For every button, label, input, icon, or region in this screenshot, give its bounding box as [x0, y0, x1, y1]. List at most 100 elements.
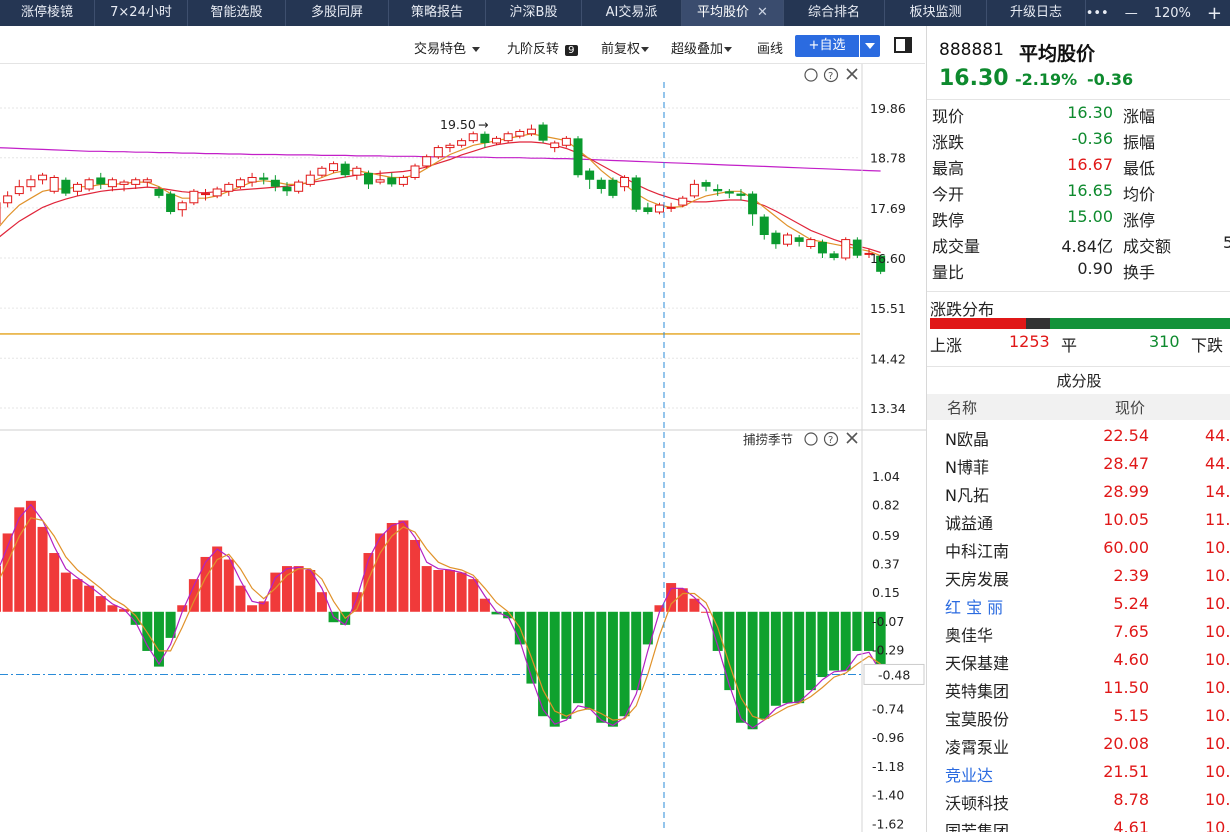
indicator-bar — [223, 559, 234, 612]
tab-0[interactable]: 涨停棱镜 — [0, 0, 95, 26]
sub-chart-controls: 捕捞季节 ? — [743, 431, 858, 447]
tab-10[interactable]: 升级日志 — [987, 0, 1086, 26]
tab-8[interactable]: 综合排名 — [784, 0, 885, 26]
divider — [927, 366, 1230, 367]
constituent-price: 4.60 — [1113, 650, 1149, 669]
settings-icon[interactable] — [804, 68, 818, 82]
constituent-row[interactable]: 诚益通 10.05 11. — [927, 506, 1230, 534]
quote-value: -0.36 — [1071, 129, 1113, 148]
indicator-bar — [37, 526, 48, 612]
constituent-row[interactable]: 天保基建 4.60 10. — [927, 646, 1230, 674]
candle-body — [398, 176, 408, 185]
more-icon[interactable]: ••• — [1086, 6, 1109, 21]
tab-label: 综合排名 — [807, 5, 860, 20]
distribution-up-fill — [930, 318, 1027, 329]
nine-reverse-button[interactable]: 九阶反转 9 — [507, 38, 578, 57]
col-name[interactable]: 名称 — [947, 397, 977, 418]
constituent-row[interactable]: 竞业达 21.51 10. — [927, 758, 1230, 786]
zoom-in-button[interactable]: + — [1207, 3, 1222, 24]
chart-area[interactable]: 19.86 18.78 17.69 16.60 15.51 14.42 13.34 1.04… — [0, 64, 926, 832]
candle-body — [49, 176, 59, 192]
constituent-row[interactable]: 奥佳华 7.65 10. — [927, 618, 1230, 646]
indicator-bar — [666, 583, 677, 612]
tab-6[interactable]: AI交易派 — [582, 0, 682, 26]
tab-bar: 涨停棱镜 7×24小时 智能选股 多股同屏 策略报告 沪深B股 AI交易派 平均股价 ✕ 综合排名… — [0, 0, 1230, 26]
quote-value: 0.90 — [1077, 259, 1113, 278]
tab-5[interactable]: 沪深B股 — [486, 0, 582, 26]
constituent-change: 10. — [1205, 790, 1230, 809]
candle-body — [259, 177, 269, 180]
zoom-out-button[interactable]: — — [1125, 6, 1138, 21]
indicator-bar — [631, 611, 642, 691]
candle-body — [270, 179, 280, 187]
overlay-dropdown[interactable]: 超级叠加 — [671, 38, 733, 57]
indicator-bar — [433, 570, 444, 612]
quote-label-2: 换手 — [1123, 263, 1156, 282]
constituent-row[interactable]: 红 宝 丽 5.24 10. — [927, 590, 1230, 618]
add-watchlist-dropdown-icon[interactable] — [860, 35, 880, 57]
divider — [927, 291, 1230, 292]
constituent-row[interactable]: 宝莫股份 5.15 10. — [927, 702, 1230, 730]
close-icon[interactable] — [846, 432, 858, 444]
candle-body — [189, 190, 199, 204]
y-tick-label: 14.42 — [870, 351, 906, 366]
indicator-bar — [456, 572, 467, 612]
draw-button[interactable]: 画线 — [757, 38, 783, 57]
constituent-change: 10. — [1205, 538, 1230, 557]
col-price[interactable]: 现价 — [1115, 397, 1145, 418]
tab-9[interactable]: 板块监测 — [885, 0, 987, 26]
constituent-name: 凌霄泵业 — [945, 738, 1010, 757]
quote-label: 现价 — [932, 107, 965, 126]
candle-body — [72, 183, 82, 192]
constituent-change: 11. — [1205, 510, 1230, 529]
constituent-row[interactable]: 英特集团 11.50 10. — [927, 674, 1230, 702]
tab-7[interactable]: 平均股价 ✕ — [682, 0, 784, 26]
indicator-bar — [363, 553, 374, 612]
candle-body — [736, 193, 746, 196]
constituent-name: N欧晶 — [945, 430, 989, 449]
candle-body — [783, 234, 793, 245]
tab-1[interactable]: 7×24小时 — [95, 0, 188, 26]
candle-body — [119, 181, 129, 185]
constituent-change: 10. — [1205, 706, 1230, 725]
constituent-row[interactable]: N凡拓 28.99 14. — [927, 478, 1230, 506]
constituent-row[interactable]: 天房发展 2.39 10. — [927, 562, 1230, 590]
constituent-change: 44. — [1205, 426, 1230, 445]
chevron-down-icon — [641, 47, 650, 52]
quote-label-2: 涨停 — [1123, 211, 1156, 230]
trade-feature-dropdown[interactable]: 交易特色 — [414, 38, 481, 57]
indicator-bar — [421, 566, 432, 612]
constituent-row[interactable]: 中科江南 60.00 10. — [927, 534, 1230, 562]
indicator-title[interactable]: 捕捞季节 — [743, 432, 793, 447]
close-icon[interactable] — [846, 68, 858, 80]
constituent-row[interactable]: N欧晶 22.54 44. — [927, 422, 1230, 450]
add-watchlist-button[interactable]: +自选 — [795, 35, 859, 57]
quote-label: 涨跌 — [932, 133, 965, 152]
settings-icon[interactable] — [804, 432, 818, 446]
tab-4[interactable]: 策略报告 — [389, 0, 486, 26]
constituent-row[interactable]: N博菲 28.47 44. — [927, 450, 1230, 478]
main-chart-grid — [0, 107, 860, 409]
constituent-row[interactable]: 沃顿科技 8.78 10. — [927, 786, 1230, 814]
constituent-row[interactable]: 凌霄泵业 20.08 10. — [927, 730, 1230, 758]
fq-dropdown[interactable]: 前复权 — [601, 38, 650, 57]
indicator-bar — [573, 611, 583, 704]
constituent-row[interactable]: 国芳集团 4.61 10. — [927, 814, 1230, 832]
constituent-change: 10. — [1205, 762, 1230, 781]
candle-body — [724, 191, 734, 194]
y-tick-label: -1.18 — [872, 759, 904, 774]
y-tick-label: 0.15 — [872, 585, 900, 600]
quote-label-2: 成交额 — [1123, 237, 1172, 256]
quote-row: 量比 0.90 换手 — [927, 259, 1230, 285]
candle-body — [841, 239, 851, 259]
close-tab-icon[interactable]: ✕ — [757, 5, 768, 20]
panel-toggle-icon[interactable] — [894, 37, 912, 53]
tab-2[interactable]: 智能选股 — [188, 0, 286, 26]
tabs-container: 涨停棱镜 7×24小时 智能选股 多股同屏 策略报告 沪深B股 AI交易派 平均股价 ✕ 综合排名… — [0, 0, 1086, 26]
quote-label-2: 均价 — [1123, 185, 1156, 204]
tab-3[interactable]: 多股同屏 — [286, 0, 389, 26]
quote-row: 跌停 15.00 涨停 — [927, 207, 1230, 233]
constituent-change: 10. — [1205, 818, 1230, 832]
constituent-price: 28.47 — [1103, 454, 1149, 473]
help-icon-glyph: ? — [828, 435, 833, 446]
